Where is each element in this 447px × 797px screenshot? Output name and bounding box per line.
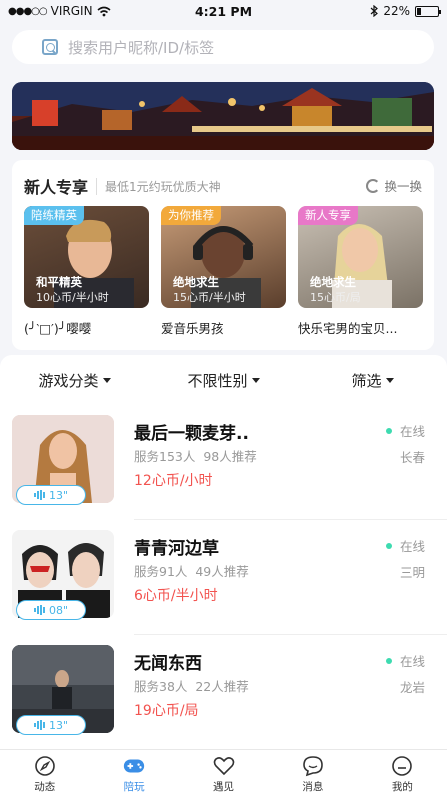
player-name: 青青河边草 (134, 539, 219, 559)
featured-price: 15心币/局 (310, 291, 361, 304)
heart-icon (212, 755, 236, 777)
bottom-tab-bar: 动态 陪玩 遇见 消息 我的 (0, 749, 447, 797)
featured-subtitle: 最低1元约玩优质大神 (96, 177, 221, 195)
tab-label: 陪玩 (123, 781, 145, 793)
tab-play[interactable]: 陪玩 (89, 750, 178, 797)
featured-photo: 新人专享 绝地求生 15心币/局 (298, 206, 423, 308)
featured-game: 和平精英 (36, 275, 82, 289)
gamepad-icon (122, 755, 146, 777)
chat-icon (301, 755, 325, 777)
list-item[interactable]: 13" 最后一颗麦芽.. 服务153人 98人推荐 12心币/小时 在线 长春 (0, 405, 447, 520)
online-status: 在线 (385, 651, 425, 670)
player-price: 12心币/小时 (134, 473, 213, 489)
banner-image (12, 82, 434, 150)
refresh-icon (366, 178, 381, 193)
featured-name: 爱音乐男孩 (161, 321, 224, 336)
featured-photo: 陪练精英 和平精英 10心币/半小时 (24, 206, 149, 308)
voice-duration: 13" (48, 718, 69, 732)
list-item[interactable]: 08" 青青河边草 服务91人 49人推荐 6心币/半小时 在线 三明 (0, 520, 447, 635)
player-list: 13" 最后一颗麦芽.. 服务153人 98人推荐 12心币/小时 在线 长春 … (0, 405, 447, 749)
tab-messages[interactable]: 消息 (268, 750, 357, 797)
tab-meet[interactable]: 遇见 (179, 750, 268, 797)
compass-icon (33, 755, 57, 777)
featured-card[interactable]: 新人专享 绝地求生 15心币/局 快乐宅男的宝贝... (298, 206, 423, 337)
promo-banner[interactable] (12, 82, 434, 150)
tab-label: 动态 (34, 781, 56, 793)
featured-card[interactable]: 陪练精英 和平精英 10心币/半小时 (╯‵□′)╯嘤嘤 (24, 206, 149, 337)
player-stats: 服务91人 49人推荐 (134, 564, 249, 579)
status-bar: ●●●○○ VIRGIN 4:21 PM 22% (0, 0, 447, 22)
featured-price: 10心币/半小时 (36, 291, 109, 304)
battery-percent: 22% (383, 4, 410, 18)
tab-feed[interactable]: 动态 (0, 750, 89, 797)
carrier-label: VIRGIN (50, 4, 93, 18)
sound-wave-icon (33, 720, 45, 730)
list-item[interactable]: 13" 无闻东西 服务38人 22人推荐 19心币/局 在线 龙岩 (0, 635, 447, 750)
player-city: 三明 (399, 565, 425, 580)
profile-icon (390, 755, 414, 777)
featured-section: 新人专享 最低1元约玩优质大神 换一换 陪练精英 和平精英 10心币/半小时 (… (12, 160, 434, 350)
online-status: 在线 (385, 421, 425, 440)
filter-label: 筛选 (351, 371, 382, 390)
search-placeholder: 搜索用户昵称/ID/标签 (68, 38, 215, 57)
sound-wave-icon (33, 490, 45, 500)
filter-gender[interactable]: 不限性别 (149, 370, 298, 391)
voice-intro-button[interactable]: 13" (16, 485, 86, 505)
filter-game-category[interactable]: 游戏分类 (0, 370, 149, 391)
tab-profile[interactable]: 我的 (358, 750, 447, 797)
featured-tag: 新人专享 (298, 206, 358, 225)
featured-title: 新人专享 (24, 178, 89, 197)
player-price: 6心币/半小时 (134, 588, 218, 604)
featured-name: 快乐宅男的宝贝... (298, 321, 398, 336)
filter-more[interactable]: 筛选 (298, 370, 447, 391)
filter-label: 游戏分类 (38, 371, 99, 390)
featured-name: (╯‵□′)╯嘤嘤 (24, 321, 92, 336)
filter-label: 不限性别 (187, 371, 248, 390)
refresh-label: 换一换 (384, 179, 422, 194)
tab-label: 我的 (391, 781, 413, 793)
featured-price: 15心币/半小时 (173, 291, 246, 304)
featured-tag: 陪练精英 (24, 206, 84, 225)
player-price: 19心币/局 (134, 703, 199, 719)
player-name: 无闻东西 (134, 654, 202, 674)
featured-game: 绝地求生 (310, 275, 356, 289)
filter-bar: 游戏分类 不限性别 筛选 (0, 355, 447, 405)
player-stats: 服务153人 98人推荐 (134, 449, 257, 464)
refresh-button[interactable]: 换一换 (366, 176, 422, 195)
player-stats: 服务38人 22人推荐 (134, 679, 249, 694)
voice-duration: 08" (48, 603, 69, 617)
tab-label: 遇见 (213, 781, 235, 793)
online-dot-icon (385, 542, 392, 549)
featured-card[interactable]: 为你推荐 绝地求生 15心币/半小时 爱音乐男孩 (161, 206, 286, 337)
player-name: 最后一颗麦芽.. (134, 424, 249, 444)
caret-down-icon (385, 377, 394, 383)
voice-intro-button[interactable]: 08" (16, 600, 86, 620)
player-city: 龙岩 (399, 680, 425, 695)
voice-duration: 13" (48, 488, 69, 502)
caret-down-icon (251, 377, 260, 383)
bluetooth-icon (370, 5, 379, 17)
tab-label: 消息 (302, 781, 324, 793)
search-input[interactable]: 搜索用户昵称/ID/标签 (12, 30, 434, 64)
signal-icon: ●●●○○ (8, 5, 48, 17)
caret-down-icon (102, 377, 111, 383)
featured-photo: 为你推荐 绝地求生 15心币/半小时 (161, 206, 286, 308)
player-city: 长春 (399, 450, 425, 465)
battery-icon (415, 5, 441, 17)
featured-game: 绝地求生 (173, 275, 219, 289)
sound-wave-icon (33, 605, 45, 615)
online-status: 在线 (385, 536, 425, 555)
online-dot-icon (385, 427, 392, 434)
featured-tag: 为你推荐 (161, 206, 221, 225)
voice-intro-button[interactable]: 13" (16, 715, 86, 735)
search-icon (42, 39, 58, 55)
wifi-icon (97, 6, 111, 16)
online-dot-icon (385, 657, 392, 664)
